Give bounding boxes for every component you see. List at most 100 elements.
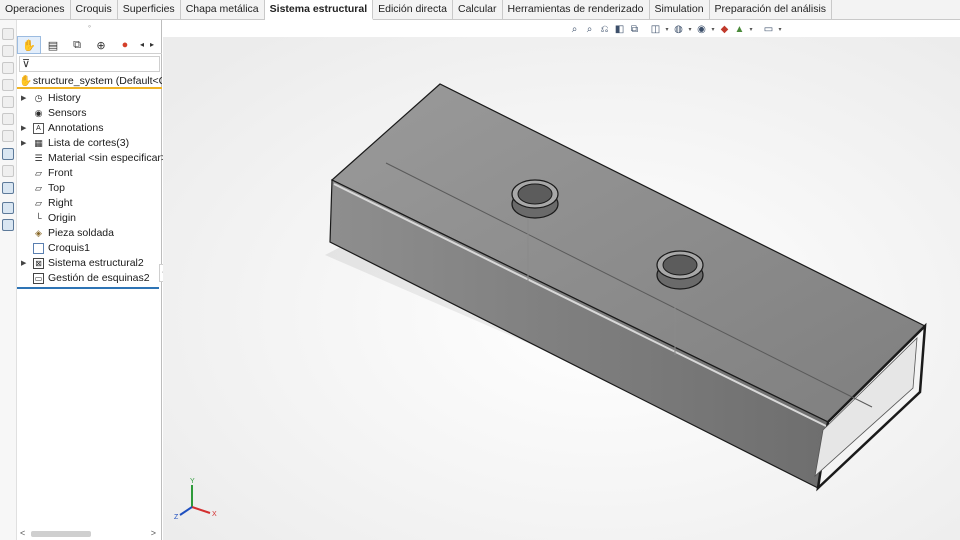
- tree-item-label: Annotations: [48, 122, 104, 134]
- plane-icon: ▱: [35, 198, 42, 208]
- reference-triad: Y X Z: [174, 478, 217, 521]
- structure-system-tool-icon[interactable]: [2, 148, 14, 160]
- plane-icon: ▱: [35, 168, 42, 178]
- tree-root-label: structure_system (Default<Cor: [32, 75, 162, 87]
- tab-calcular[interactable]: Calcular: [453, 0, 503, 20]
- configuration-manager-tab-icon[interactable]: ⧉: [65, 36, 89, 54]
- tree-item-annotations[interactable]: ▶ A Annotations: [17, 121, 162, 136]
- history-icon: ◷: [34, 93, 43, 103]
- chevron-down-icon[interactable]: ▾: [748, 26, 754, 33]
- tree-item-cut-list[interactable]: ▶ ▦ Lista de cortes(3): [17, 136, 162, 151]
- hole-feature-2[interactable]: [656, 250, 704, 290]
- fillet-bead-icon[interactable]: [2, 113, 14, 125]
- hole-feature-1[interactable]: [511, 179, 559, 219]
- tree-root-part[interactable]: ✋ structure_system (Default<Cor: [17, 73, 162, 89]
- tree-item-top-plane[interactable]: ▱ Top: [17, 181, 162, 196]
- tree-item-label: Sistema estructural2: [48, 257, 144, 269]
- display-style-icon[interactable]: ◍: [672, 23, 685, 36]
- scene-icon[interactable]: ▲: [733, 23, 746, 36]
- tree-filter-field[interactable]: ⊽: [19, 56, 160, 72]
- cut-list-icon: ▦: [34, 138, 43, 148]
- panel-grip-icon[interactable]: ◦: [17, 20, 162, 34]
- dimxpert-tab-icon[interactable]: ⊕: [89, 36, 113, 54]
- tree-item-history[interactable]: ▶ ◷ History: [17, 91, 162, 106]
- scroll-right-icon[interactable]: >: [151, 528, 156, 538]
- panel-tabs-left-arrow-icon[interactable]: ◂: [137, 36, 147, 53]
- structure-member-icon[interactable]: [2, 28, 14, 40]
- tab-superficies[interactable]: Superficies: [118, 0, 181, 20]
- weld-bead-icon[interactable]: [2, 96, 14, 108]
- scroll-thumb[interactable]: [31, 531, 91, 537]
- chevron-down-icon[interactable]: ▾: [687, 26, 693, 33]
- tree-item-front-plane[interactable]: ▱ Front: [17, 166, 162, 181]
- feature-manager-tab-icon[interactable]: ✋: [17, 36, 41, 54]
- command-manager-tabs: Operaciones Croquis Superficies Chapa me…: [0, 0, 960, 20]
- tab-sistema-estructural[interactable]: Sistema estructural: [264, 0, 374, 20]
- heads-up-view-toolbar: ⌕ ⌕ ⎌ ◧ ⧉ ◫ ▾ ◍ ▾ ◉ ▾ ◆ ▲ ▾ ▭ ▾: [568, 21, 783, 37]
- zoom-to-fit-icon[interactable]: ⌕: [568, 23, 581, 36]
- left-command-strip: [0, 20, 17, 540]
- display-manager-tab-icon[interactable]: ●: [113, 36, 137, 54]
- tree-item-right-plane[interactable]: ▱ Right: [17, 196, 162, 211]
- section-view-icon[interactable]: ◧: [613, 23, 626, 36]
- scroll-left-icon[interactable]: <: [20, 528, 25, 538]
- panel-tabs-right-arrow-icon[interactable]: ▸: [147, 36, 157, 53]
- corner-tool-icon[interactable]: [2, 165, 14, 177]
- panel-horizontal-scrollbar[interactable]: < >: [17, 528, 162, 540]
- origin-icon: └: [35, 213, 42, 223]
- gusset-icon[interactable]: [2, 79, 14, 91]
- tree-item-label: History: [48, 92, 81, 104]
- view-orientation-icon[interactable]: ◫: [649, 23, 662, 36]
- feature-manager-panel: ◦ ✋ ▤ ⧉ ⊕ ● ◂ ▸ ⊽ ✋ structure_system (De…: [17, 20, 167, 540]
- annotations-icon: A: [33, 123, 44, 134]
- tree-item-structure-system[interactable]: ▶ ⊠ Sistema estructural2: [17, 256, 162, 271]
- appearance-icon[interactable]: ◆: [718, 23, 731, 36]
- expand-arrow-icon[interactable]: ▶: [21, 256, 26, 271]
- chevron-down-icon[interactable]: ▾: [710, 26, 716, 33]
- triad-z-label: Z: [174, 514, 179, 521]
- tab-edicion-directa[interactable]: Edición directa: [373, 0, 453, 20]
- chevron-down-icon[interactable]: ▾: [777, 26, 783, 33]
- tab-preparacion-analisis[interactable]: Preparación del análisis: [710, 0, 833, 20]
- dynamic-annotation-icon[interactable]: ⧉: [628, 23, 641, 36]
- member-tool-icon[interactable]: [2, 219, 14, 231]
- tree-item-corner-management[interactable]: ▭ Gestión de esquinas2: [17, 271, 162, 286]
- hide-show-icon[interactable]: ◉: [695, 23, 708, 36]
- tree-item-sensors[interactable]: ◉ Sensors: [17, 106, 162, 121]
- graphics-area[interactable]: [163, 37, 960, 540]
- tree-item-label: Pieza soldada: [48, 227, 114, 239]
- tree-item-sketch[interactable]: Croquis1: [17, 241, 162, 256]
- property-manager-tab-icon[interactable]: ▤: [41, 36, 65, 54]
- tab-simulation[interactable]: Simulation: [650, 0, 710, 20]
- zoom-area-icon[interactable]: ⌕: [583, 23, 596, 36]
- structure-system-icon: ⊠: [33, 258, 44, 269]
- sensors-icon: ◉: [34, 108, 43, 118]
- tree-item-weldment[interactable]: ◈ Pieza soldada: [17, 226, 162, 241]
- end-cap-icon[interactable]: [2, 62, 14, 74]
- tab-chapa-metalica[interactable]: Chapa metálica: [181, 0, 265, 20]
- tree-item-label: Origin: [48, 212, 77, 224]
- chevron-down-icon[interactable]: ▾: [664, 26, 670, 33]
- rollback-bar[interactable]: [17, 287, 159, 289]
- tab-operaciones[interactable]: Operaciones: [0, 0, 71, 20]
- plane-icon: ▱: [35, 183, 42, 193]
- panel-tabs: ✋ ▤ ⧉ ⊕ ● ◂ ▸: [17, 36, 162, 54]
- expand-arrow-icon[interactable]: ▶: [21, 121, 26, 136]
- connection-tool-icon[interactable]: [2, 182, 14, 194]
- expand-arrow-icon[interactable]: ▶: [21, 136, 26, 151]
- tab-herramientas-renderizado[interactable]: Herramientas de renderizado: [503, 0, 650, 20]
- tree-item-material[interactable]: ☰ Material <sin especificar>: [17, 151, 167, 166]
- corner-management-icon: ▭: [33, 273, 44, 284]
- previous-view-icon[interactable]: ⎌: [598, 23, 611, 36]
- trim-extend-icon[interactable]: [2, 45, 14, 57]
- tree-item-label: Material <sin especificar>: [48, 152, 168, 164]
- tree-item-label: Sensors: [48, 107, 87, 119]
- profile-tool-icon[interactable]: [2, 202, 14, 214]
- cut-list-tool-icon[interactable]: [2, 130, 14, 142]
- tab-croquis[interactable]: Croquis: [71, 0, 118, 20]
- monitor-icon[interactable]: ▭: [762, 23, 775, 36]
- tree-item-label: Croquis1: [48, 242, 91, 254]
- expand-arrow-icon[interactable]: ▶: [21, 91, 26, 106]
- tree-item-origin[interactable]: └ Origin: [17, 211, 162, 226]
- tree-item-label: Front: [48, 167, 73, 179]
